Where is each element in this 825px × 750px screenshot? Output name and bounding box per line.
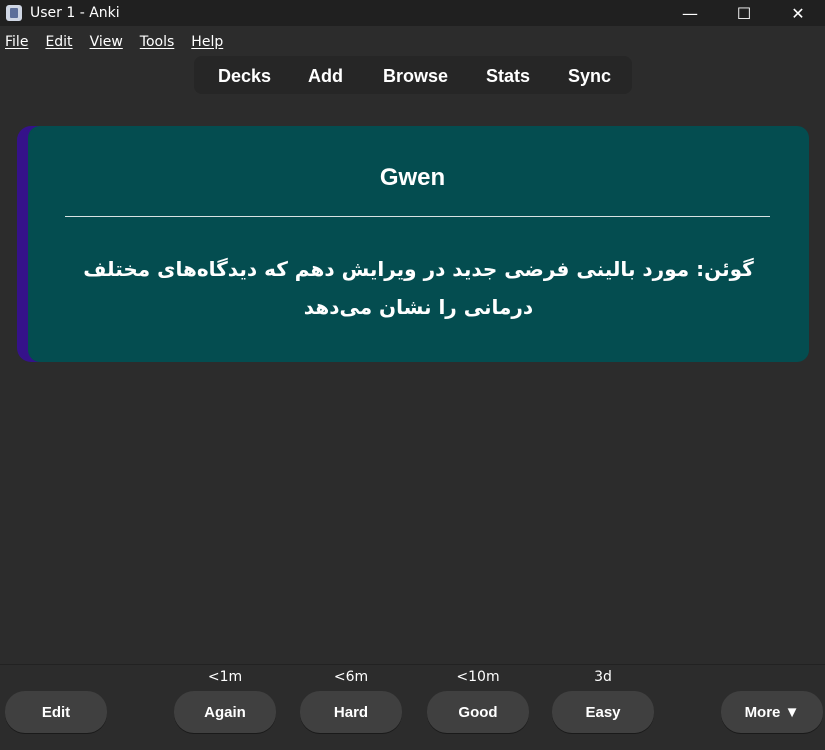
good-interval: <10m <box>456 669 500 685</box>
edit-button[interactable]: Edit <box>5 691 107 733</box>
menu-help[interactable]: Help <box>186 34 228 50</box>
good-button[interactable]: Good <box>427 691 529 733</box>
title-bar: User 1 - Anki — ☐ ✕ <box>0 0 825 26</box>
nav-browse[interactable]: Browse <box>383 66 448 87</box>
card-divider <box>65 216 770 217</box>
window-controls: — ☐ ✕ <box>663 0 825 26</box>
anki-app-icon <box>6 5 22 21</box>
again-button[interactable]: Again <box>174 691 276 733</box>
menu-view[interactable]: View <box>85 34 128 50</box>
menu-tools[interactable]: Tools <box>135 34 180 50</box>
hard-interval: <6m <box>333 669 369 685</box>
menu-file[interactable]: File <box>0 34 33 50</box>
nav-add[interactable]: Add <box>308 66 343 87</box>
window-title: User 1 - Anki <box>30 5 120 21</box>
easy-button[interactable]: Easy <box>552 691 654 733</box>
card-front-text: Gwen <box>379 164 446 191</box>
nav-stats[interactable]: Stats <box>486 66 530 87</box>
card-back-text: گوئن: مورد بالینی فرضی جدید در ویرایش ده… <box>83 257 754 319</box>
bottom-divider <box>0 664 825 665</box>
menu-bar: File Edit View Tools Help <box>0 30 825 54</box>
hard-button[interactable]: Hard <box>300 691 402 733</box>
more-button[interactable]: More ▼ <box>721 691 823 733</box>
minimize-icon[interactable]: — <box>663 0 717 26</box>
close-icon[interactable]: ✕ <box>771 0 825 26</box>
nav-sync[interactable]: Sync <box>568 66 611 87</box>
again-interval: <1m <box>207 669 243 685</box>
maximize-icon[interactable]: ☐ <box>717 0 771 26</box>
top-nav: Decks Add Browse Stats Sync <box>194 56 632 94</box>
menu-edit[interactable]: Edit <box>40 34 77 50</box>
nav-decks[interactable]: Decks <box>218 66 271 87</box>
easy-interval: 3d <box>594 669 612 685</box>
flashcard: گوئن: مورد بالینی فرضی جدید در ویرایش ده… <box>28 126 809 362</box>
